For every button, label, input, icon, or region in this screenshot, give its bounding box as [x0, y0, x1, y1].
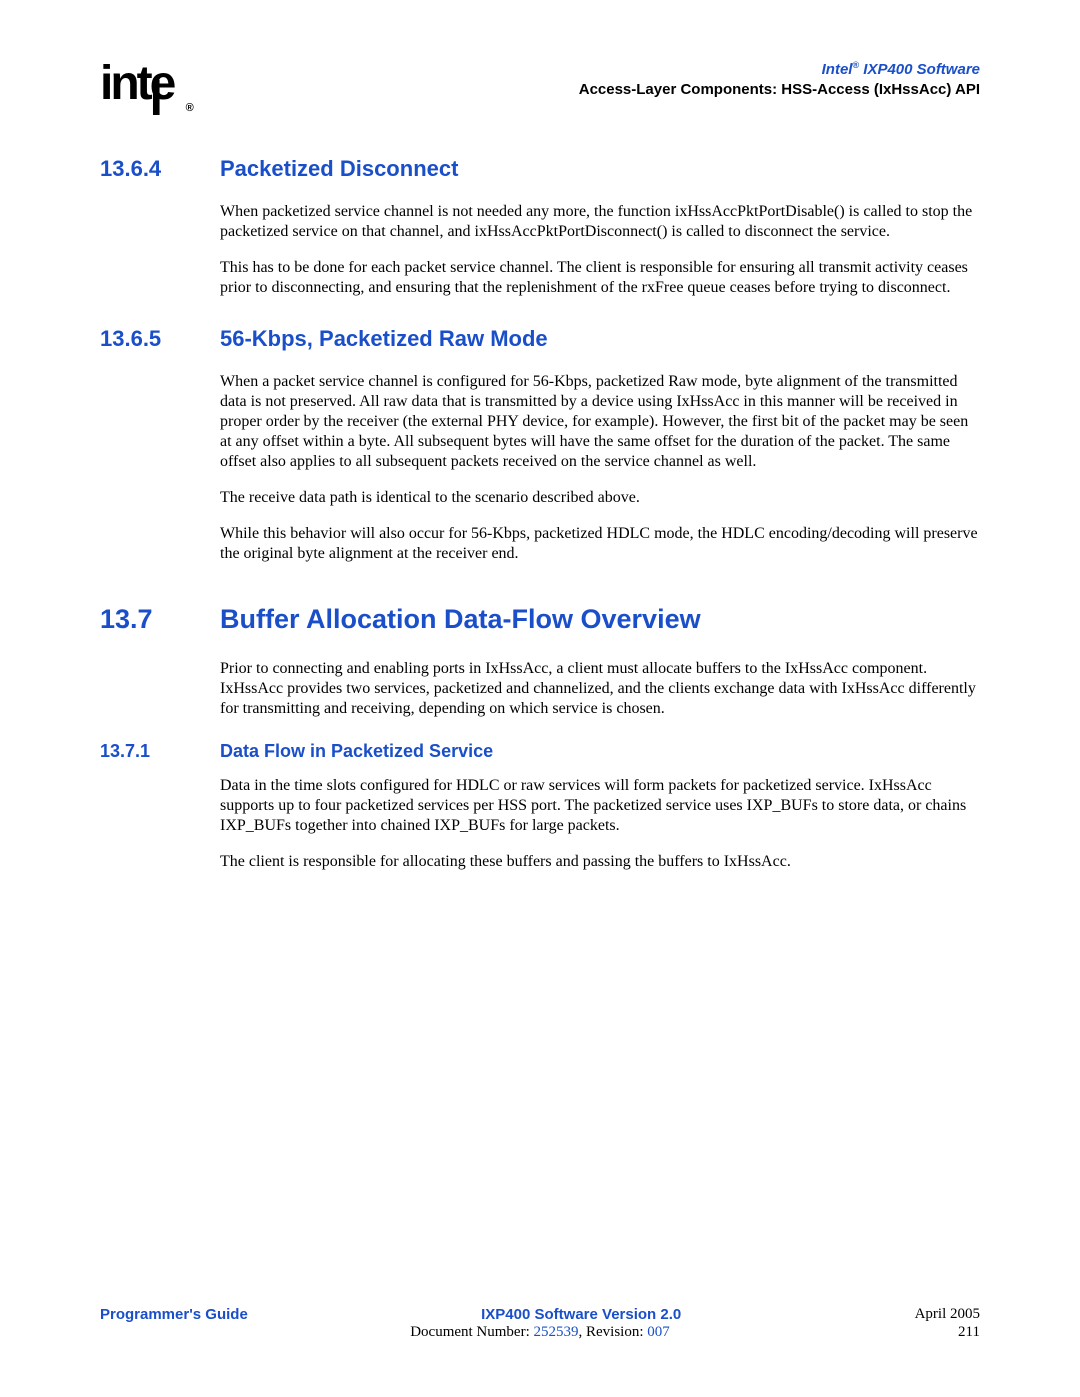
paragraph: Data in the time slots configured for HD…: [220, 776, 980, 836]
heading-title: Data Flow in Packetized Service: [220, 741, 493, 762]
heading-number: 13.6.4: [100, 156, 220, 182]
paragraph: The client is responsible for allocating…: [220, 852, 980, 872]
paragraph: When a packet service channel is configu…: [220, 372, 980, 472]
heading-title: Buffer Allocation Data-Flow Overview: [220, 604, 701, 635]
heading-number: 13.7: [100, 604, 220, 635]
heading-title: 56-Kbps, Packetized Raw Mode: [220, 326, 548, 352]
content: 13.6.4 Packetized Disconnect When packet…: [100, 156, 980, 872]
paragraph: When packetized service channel is not n…: [220, 202, 980, 242]
footer-doc-label-pre: Document Number:: [410, 1324, 533, 1340]
page-footer: Programmer's Guide IXP400 Software Versi…: [100, 1306, 980, 1341]
paragraph: This has to be done for each packet serv…: [220, 258, 980, 298]
header-section: Access-Layer Components: HSS-Access (IxH…: [579, 80, 980, 100]
header-product: Intel® IXP400 Software: [579, 60, 980, 80]
footer-revision: 007: [647, 1324, 670, 1340]
footer-date: April 2005: [915, 1306, 980, 1323]
header-product-post: IXP400 Software: [859, 61, 980, 78]
heading-number: 13.7.1: [100, 741, 220, 762]
paragraph: While this behavior will also occur for …: [220, 524, 980, 564]
heading-13-6-4: 13.6.4 Packetized Disconnect: [100, 156, 980, 182]
heading-13-6-5: 13.6.5 56-Kbps, Packetized Raw Mode: [100, 326, 980, 352]
page-header: intell® Intel® IXP400 Software Access-La…: [100, 60, 980, 116]
header-product-pre: Intel: [822, 61, 853, 78]
section-body: When packetized service channel is not n…: [120, 202, 980, 298]
heading-13-7: 13.7 Buffer Allocation Data-Flow Overvie…: [100, 604, 980, 635]
intel-logo: intell®: [100, 60, 184, 116]
section-body: Data in the time slots configured for HD…: [120, 776, 980, 872]
footer-doc-number: 252539: [534, 1324, 579, 1340]
heading-title: Packetized Disconnect: [220, 156, 458, 182]
section-body: When a packet service channel is configu…: [120, 372, 980, 564]
footer-doc-label-mid: , Revision:: [579, 1324, 648, 1340]
paragraph: Prior to connecting and enabling ports i…: [220, 659, 980, 719]
footer-page-number: 211: [958, 1324, 980, 1341]
heading-13-7-1: 13.7.1 Data Flow in Packetized Service: [100, 741, 980, 762]
footer-guide-label: Programmer's Guide: [100, 1306, 248, 1323]
footer-row-1: Programmer's Guide IXP400 Software Versi…: [100, 1306, 980, 1323]
section-body: Prior to connecting and enabling ports i…: [120, 659, 980, 719]
paragraph: The receive data path is identical to th…: [220, 488, 980, 508]
header-right: Intel® IXP400 Software Access-Layer Comp…: [579, 60, 980, 99]
footer-row-2: Document Number: 252539, Revision: 007 2…: [100, 1324, 980, 1341]
footer-version: IXP400 Software Version 2.0: [248, 1306, 915, 1323]
page: intell® Intel® IXP400 Software Access-La…: [0, 0, 1080, 1397]
heading-number: 13.6.5: [100, 326, 220, 352]
